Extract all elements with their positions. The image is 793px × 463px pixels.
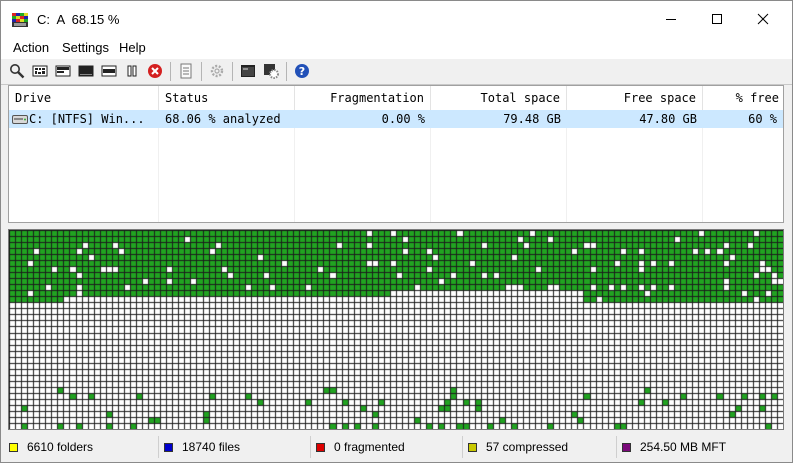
column-divider [566, 128, 567, 222]
column-divider [430, 128, 431, 222]
help-button[interactable]: ? [293, 62, 311, 80]
full-optimize-button[interactable] [77, 62, 95, 80]
folders-count: 6610 folders [27, 440, 94, 454]
drive-list: Drive Status Fragmentation Total space F… [8, 85, 784, 223]
boot-time-scan-icon [241, 65, 255, 77]
app-logo-icon [12, 13, 28, 27]
svg-text:?: ? [299, 65, 305, 78]
app-window: C: A 68.15 % Action Settings Help ? Driv… [0, 0, 793, 463]
drive-row[interactable]: C: [NTFS] Win... 68.06 % analyzed 0.00 %… [9, 110, 783, 128]
boot-script-button[interactable] [262, 62, 280, 80]
close-button[interactable] [740, 1, 786, 37]
column-divider [702, 128, 703, 222]
drive-status: 68.06 % analyzed [165, 112, 281, 126]
pause-button[interactable] [123, 62, 141, 80]
column-percent-free[interactable]: % free [703, 86, 783, 110]
window-title: C: A 68.15 % [37, 12, 120, 27]
boot-script-icon [264, 64, 279, 79]
files-count: 18740 files [182, 440, 241, 454]
drive-name: C: [NTFS] Win... [29, 112, 145, 126]
compressed-count: 57 compressed [486, 440, 569, 454]
column-drive[interactable]: Drive [9, 86, 159, 110]
minimize-icon [666, 19, 676, 20]
toolbar: ? [1, 59, 792, 85]
status-bar: 6610 folders 18740 files 0 fragmented 57… [1, 434, 792, 462]
maximize-button[interactable] [694, 1, 740, 37]
pause-icon [127, 65, 137, 77]
column-divider [294, 128, 295, 222]
column-divider [158, 128, 159, 222]
status-compressed: 57 compressed [462, 436, 614, 458]
toolbar-separator [201, 62, 202, 81]
cluster-map [8, 229, 784, 430]
defragment-icon [32, 65, 48, 77]
column-fragmentation[interactable]: Fragmentation [295, 86, 431, 110]
report-button[interactable] [177, 62, 195, 80]
files-swatch [164, 442, 173, 452]
analyze-button[interactable] [8, 62, 26, 80]
status-mft: 254.50 MB MFT [616, 436, 786, 458]
menu-help[interactable]: Help [119, 40, 146, 55]
fragmented-swatch [316, 442, 325, 452]
preferences-icon [210, 64, 224, 78]
close-icon [757, 13, 769, 25]
status-fragmented: 0 fragmented [310, 436, 460, 458]
preferences-button[interactable] [208, 62, 226, 80]
help-icon: ? [295, 64, 309, 78]
drive-fragmentation: 0.00 % [381, 112, 425, 126]
toolbar-separator [286, 62, 287, 81]
cluster-map-canvas [9, 230, 783, 429]
mft-swatch [622, 442, 631, 452]
defragment-button[interactable] [31, 62, 49, 80]
toolbar-separator [232, 62, 233, 81]
boot-time-scan-button[interactable] [239, 62, 257, 80]
stop-icon [148, 64, 162, 78]
quick-optimize-icon [55, 65, 71, 77]
drive-percent-free: 60 % [748, 112, 777, 126]
maximize-icon [712, 14, 722, 24]
mft-size: 254.50 MB MFT [640, 440, 727, 454]
folders-swatch [9, 442, 18, 452]
status-files: 18740 files [158, 436, 308, 458]
toolbar-separator [170, 62, 171, 81]
optimize-mft-button[interactable] [100, 62, 118, 80]
column-total-space[interactable]: Total space [431, 86, 567, 110]
drive-total-space: 79.48 GB [503, 112, 561, 126]
stop-button[interactable] [146, 62, 164, 80]
drive-list-header: Drive Status Fragmentation Total space F… [9, 86, 783, 111]
menu-bar: Action Settings Help [1, 37, 792, 59]
menu-action[interactable]: Action [13, 40, 49, 55]
title-bar[interactable]: C: A 68.15 % [1, 1, 792, 37]
status-folders: 6610 folders [4, 436, 156, 458]
report-icon [180, 63, 192, 79]
drive-free-space: 47.80 GB [639, 112, 697, 126]
quick-optimize-button[interactable] [54, 62, 72, 80]
column-free-space[interactable]: Free space [567, 86, 703, 110]
optimize-mft-icon [101, 65, 117, 77]
minimize-button[interactable] [648, 1, 694, 37]
full-optimize-icon [78, 65, 94, 77]
fragmented-count: 0 fragmented [334, 440, 405, 454]
column-status[interactable]: Status [159, 86, 295, 110]
menu-settings[interactable]: Settings [62, 40, 109, 55]
analyze-icon [10, 64, 25, 79]
compressed-swatch [468, 442, 477, 452]
